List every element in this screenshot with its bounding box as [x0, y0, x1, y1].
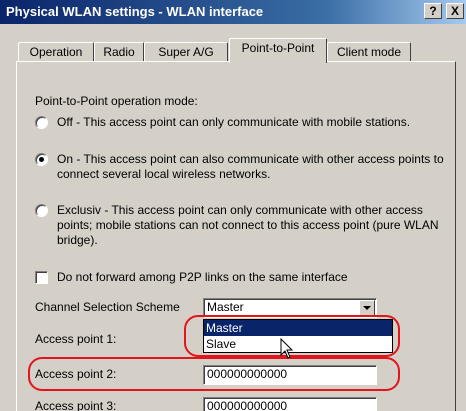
channel-scheme-value: Master — [207, 300, 244, 314]
tab-client-mode[interactable]: Client mode — [327, 42, 411, 62]
tab-super-ag[interactable]: Super A/G — [144, 42, 228, 62]
radio-on-button[interactable] — [35, 153, 48, 166]
chevron-down-icon[interactable] — [359, 300, 375, 316]
p2p-mode-heading: Point-to-Point operation mode: — [35, 94, 198, 108]
access-point-1-label: Access point 1: — [35, 332, 117, 346]
radio-on-label: On - This access point can also communic… — [57, 152, 444, 181]
channel-scheme-label: Channel Selection Scheme — [35, 300, 180, 314]
access-point-3-input[interactable]: 000000000000 — [203, 397, 377, 411]
tab-radio[interactable]: Radio — [94, 42, 144, 62]
no-forward-label: Do not forward among P2P links on the sa… — [57, 270, 348, 284]
title-bar[interactable]: Physical WLAN settings - WLAN interface … — [0, 0, 466, 24]
radio-exclusiv-button[interactable] — [35, 204, 48, 217]
radio-off-button[interactable] — [35, 116, 48, 129]
close-button[interactable]: X — [446, 3, 464, 19]
tab-strip: Operation Radio Super A/G Point-to-Point… — [0, 38, 466, 63]
no-forward-checkbox[interactable] — [35, 271, 48, 284]
access-point-3-label: Access point 3: — [35, 399, 117, 411]
radio-exclusiv-label: Exclusiv - This access point can only co… — [57, 203, 439, 247]
tab-operation[interactable]: Operation — [18, 42, 94, 62]
highlight-access-point-2-annotation — [28, 357, 400, 391]
radio-selected-dot — [39, 157, 44, 162]
radio-off-label: Off - This access point can only communi… — [57, 115, 411, 129]
tab-point-to-point[interactable]: Point-to-Point — [229, 38, 327, 63]
mouse-pointer-icon — [280, 338, 294, 359]
window-title: Physical WLAN settings - WLAN interface — [6, 4, 264, 19]
help-button[interactable]: ? — [424, 3, 442, 19]
wlan-settings-dialog: Physical WLAN settings - WLAN interface … — [0, 0, 466, 411]
